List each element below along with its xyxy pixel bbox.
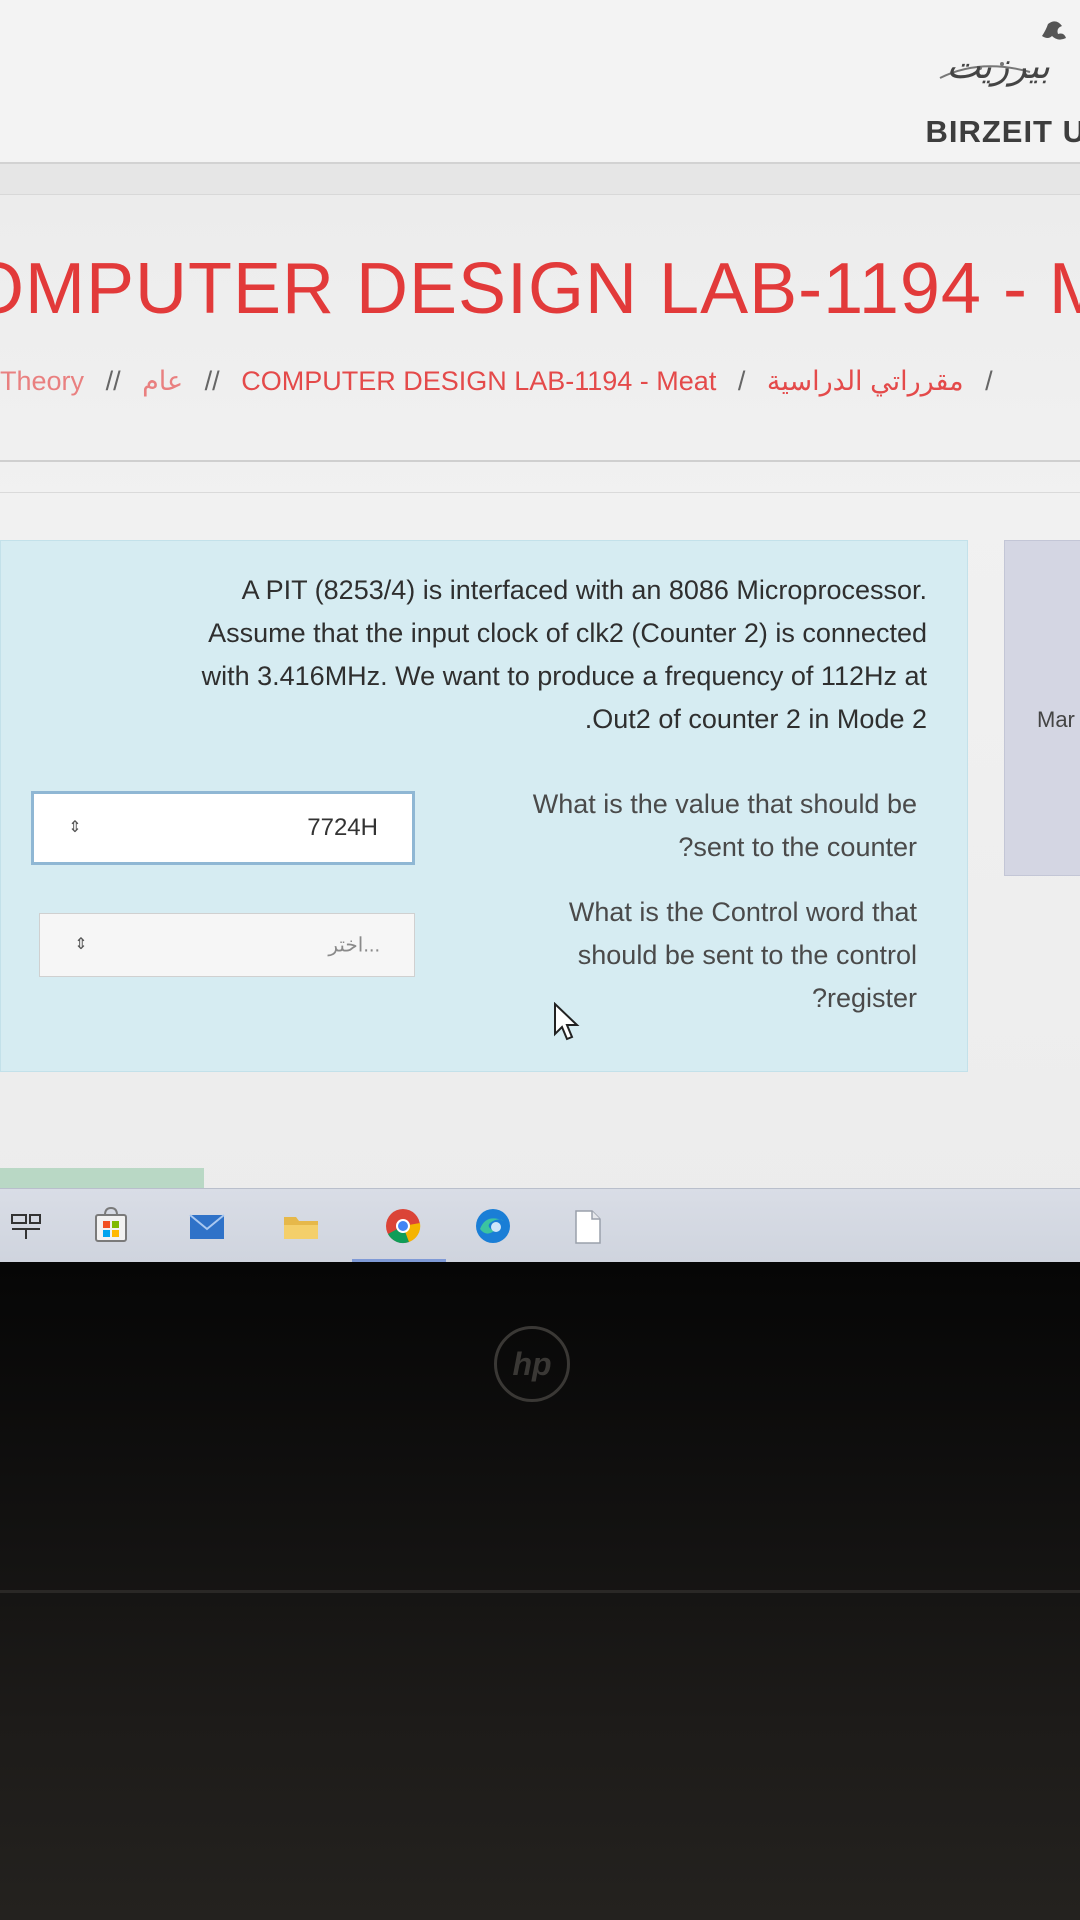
task-view-icon[interactable] <box>6 1203 52 1249</box>
selected-value: 7724H <box>307 814 378 841</box>
logo-university-name: BIRZEIT U <box>925 114 1080 149</box>
select-placeholder: اختر... <box>328 934 380 957</box>
logo-arabic-text: بيرزيت <box>946 46 1051 87</box>
control-word-select[interactable]: ⇕ اختر... <box>39 913 415 977</box>
spinner-icon: ⇕ <box>74 936 88 953</box>
breadcrumb-separator: // <box>204 366 220 396</box>
spinner-icon: ⇕ <box>68 819 82 836</box>
site-header: بيرزيت BIRZEIT U <box>0 0 1080 164</box>
university-logo[interactable]: بيرزيت BIRZEIT U <box>920 18 1080 149</box>
sub-question-line: should be sent to the control <box>577 940 917 970</box>
quiz-navigation-panel: Mar <box>1004 540 1080 876</box>
chrome-icon[interactable] <box>380 1203 426 1249</box>
bottom-tab[interactable] <box>0 1168 204 1190</box>
breadcrumb-separator: // <box>105 366 121 396</box>
laptop-hinge <box>0 1590 1080 1593</box>
breadcrumb-item-course[interactable]: COMPUTER DESIGN LAB-1194 - Meat <box>241 366 716 396</box>
header-strip <box>0 164 1080 195</box>
sub-question-text: What is the value that should be ?sent t… <box>457 783 917 869</box>
store-icon[interactable] <box>88 1203 134 1249</box>
file-icon[interactable] <box>564 1203 610 1249</box>
sub-question-line: What is the Control word that <box>568 897 917 927</box>
counter-value-select[interactable]: ⇕ 7724H <box>31 791 415 865</box>
question-line: with 3.416MHz. We want to produce a freq… <box>201 661 927 691</box>
sub-question-line: What is the value that should be <box>532 789 917 819</box>
edge-icon[interactable] <box>470 1203 516 1249</box>
breadcrumb-separator: / <box>737 366 746 396</box>
taskbar <box>0 1188 1080 1262</box>
question-box: A PIT (8253/4) is interfaced with an 808… <box>0 540 968 1072</box>
side-panel-label: Mar <box>1037 707 1075 732</box>
sub-question-line: ?register <box>811 983 917 1013</box>
question-line: Assume that the input clock of clk2 (Cou… <box>208 618 927 648</box>
question-line: .Out2 of counter 2 in Mode 2 <box>584 704 927 734</box>
sub-question-line: ?sent to the counter <box>678 832 917 862</box>
screen: بيرزيت BIRZEIT U OMPUTER DESIGN LAB-1194… <box>0 0 1080 1262</box>
mail-icon[interactable] <box>184 1203 230 1249</box>
course-title: OMPUTER DESIGN LAB-1194 - M <box>0 249 1080 329</box>
breadcrumb: Theory // عام // COMPUTER DESIGN LAB-119… <box>0 366 1080 406</box>
breadcrumb-item-general[interactable]: عام <box>142 366 183 396</box>
question-text: A PIT (8253/4) is interfaced with an 808… <box>67 569 927 741</box>
breadcrumb-item-my-courses[interactable]: مقرراتي الدراسية <box>767 366 964 396</box>
divider <box>0 460 1080 462</box>
hp-logo: hp <box>494 1326 570 1402</box>
breadcrumb-separator: / <box>985 366 993 396</box>
file-explorer-icon[interactable] <box>278 1203 324 1249</box>
breadcrumb-item-theory[interactable]: Theory <box>0 366 84 396</box>
mouse-cursor-icon <box>554 1002 580 1041</box>
divider <box>0 492 1080 493</box>
sub-question-text: What is the Control word that should be … <box>457 891 917 1020</box>
question-line: A PIT (8253/4) is interfaced with an 808… <box>241 575 927 605</box>
